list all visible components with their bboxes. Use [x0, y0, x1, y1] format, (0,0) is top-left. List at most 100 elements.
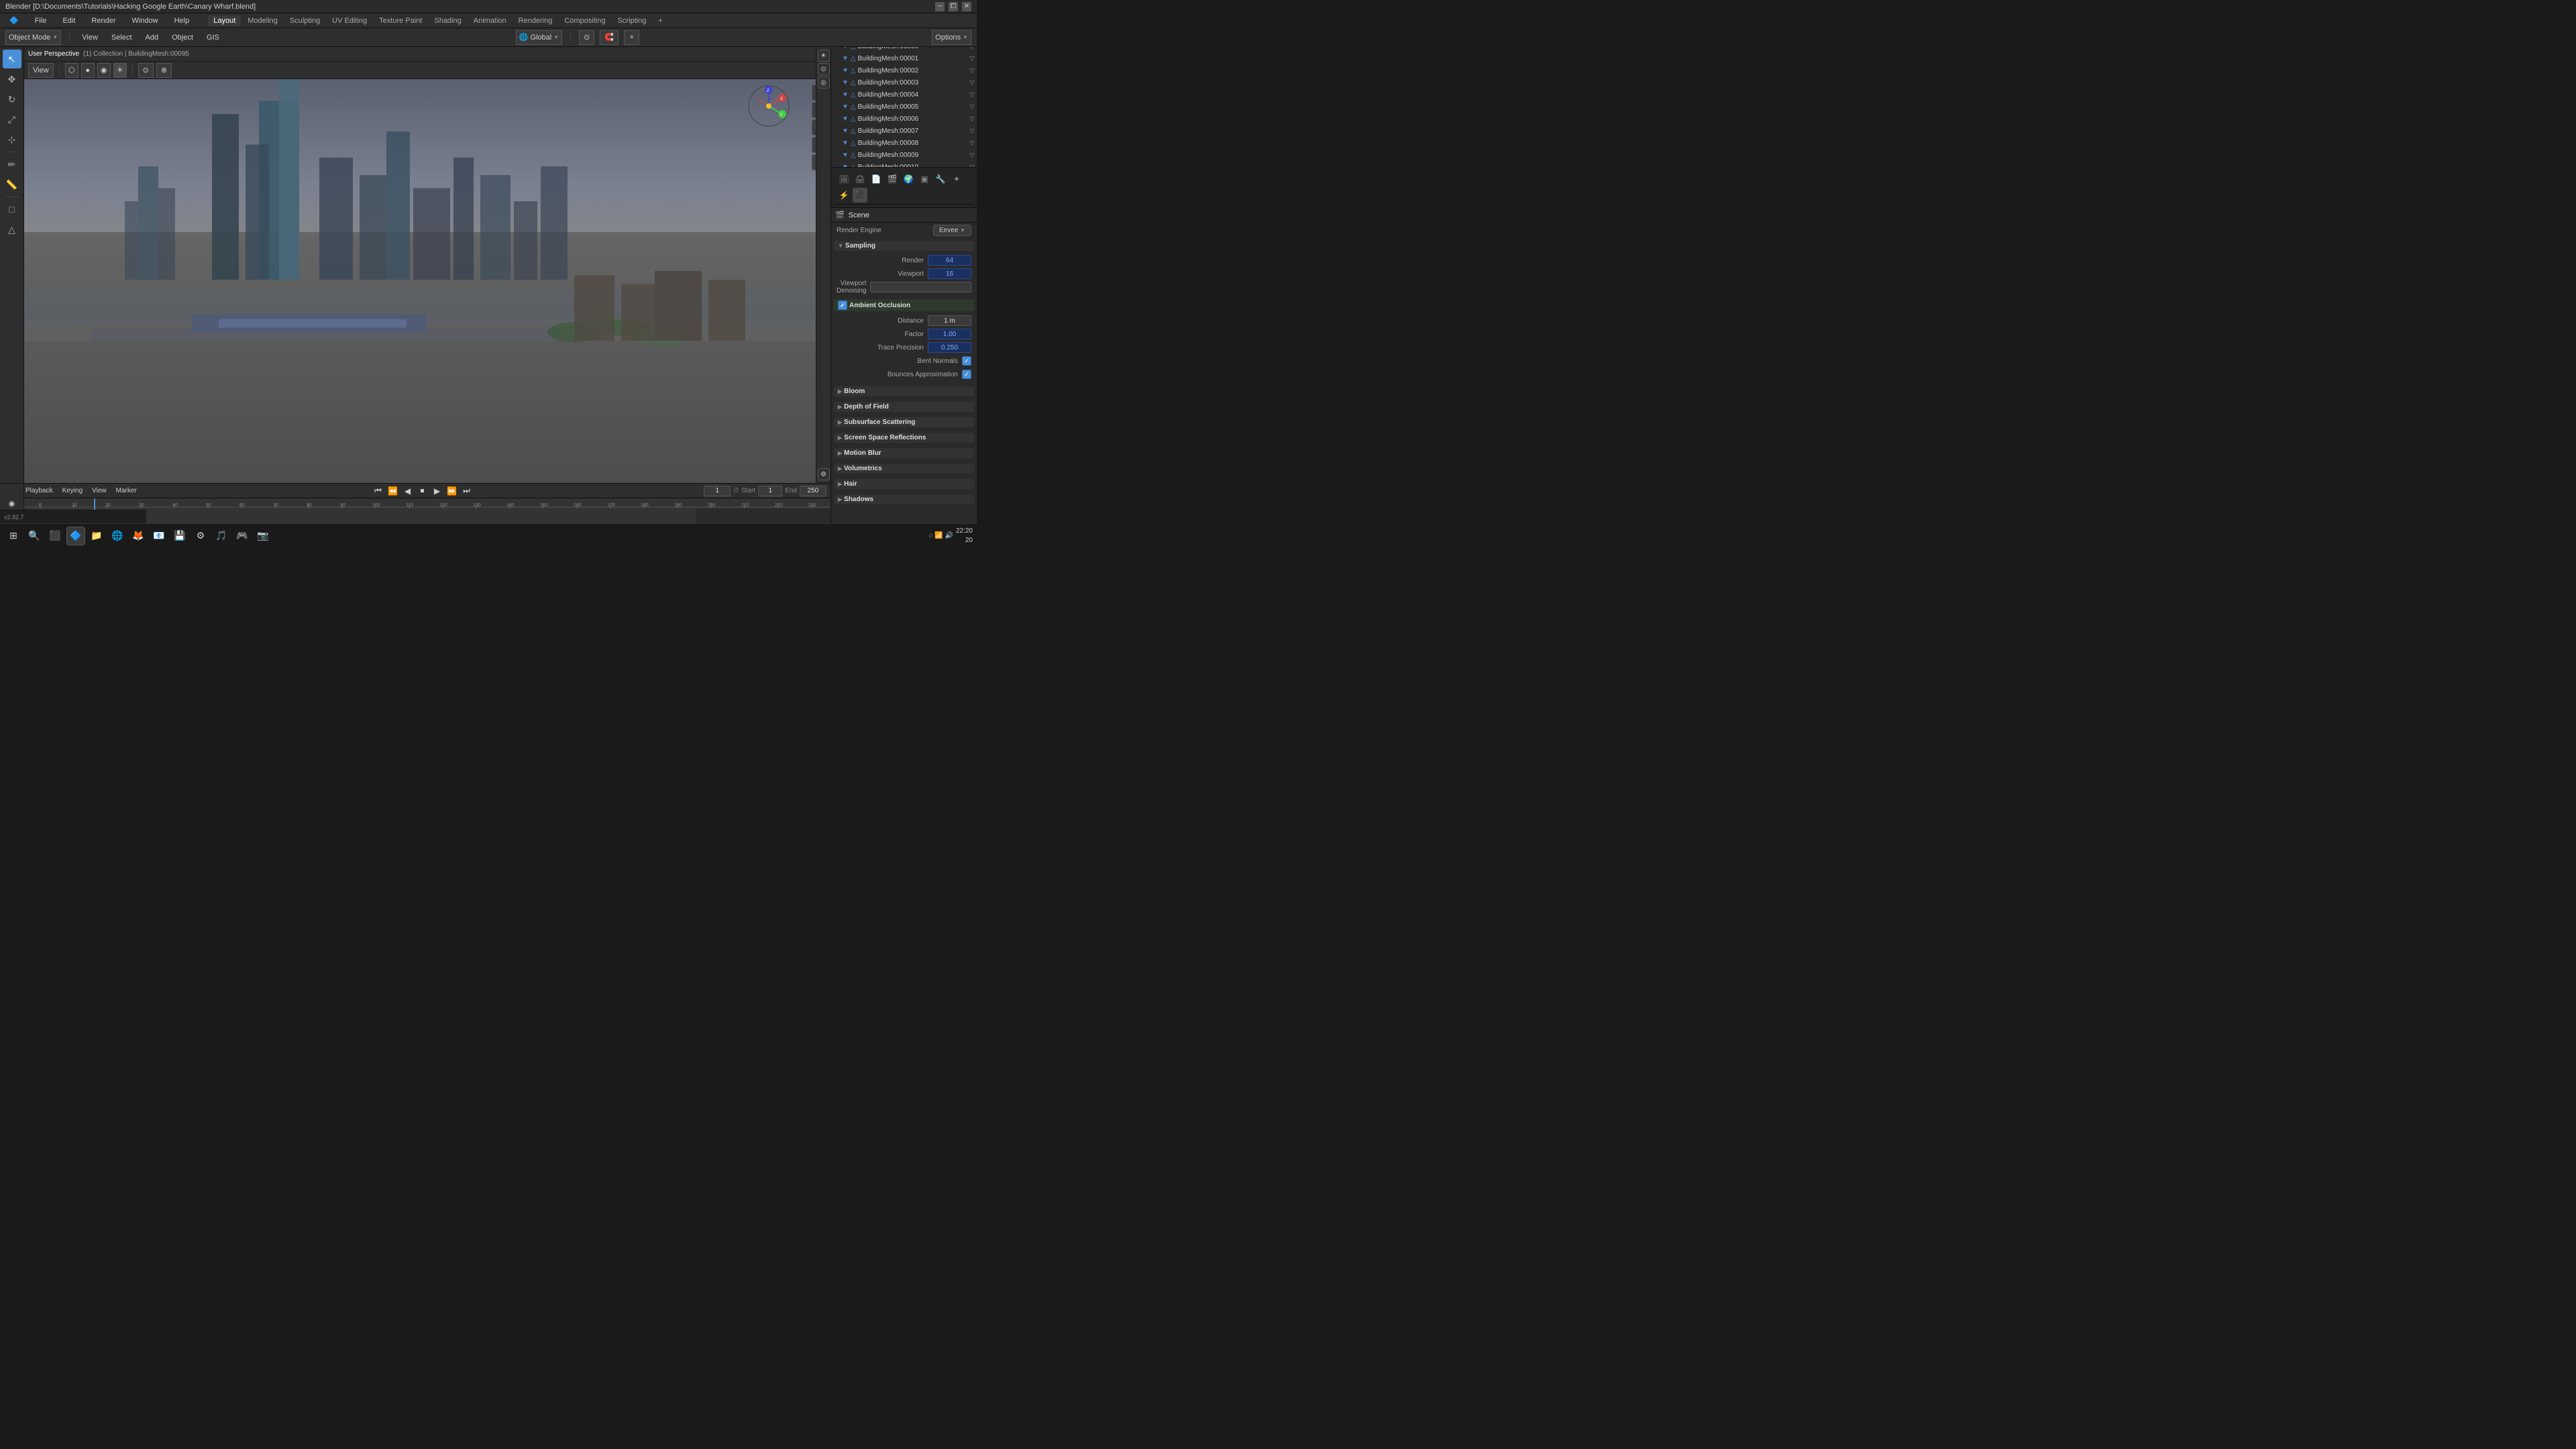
ao-checkbox[interactable]: ✓	[838, 301, 847, 310]
select-menu[interactable]: Select	[107, 32, 136, 43]
menu-edit[interactable]: Edit	[58, 15, 79, 26]
browser2-taskbar[interactable]: 🦊	[129, 527, 148, 545]
add-cone-tool[interactable]: △	[3, 220, 21, 239]
render-engine-dropdown[interactable]: Eevee ▼	[933, 225, 971, 236]
play-fwd-btn[interactable]: ▶	[431, 485, 443, 497]
end-frame[interactable]: 250	[800, 486, 826, 496]
pivot-btn[interactable]: ⊙	[579, 30, 594, 45]
particle-props-tab[interactable]: ✦	[949, 172, 964, 186]
outliner-item-7[interactable]: ▼ △ BuildingMesh:00007 ▽	[831, 125, 977, 137]
outliner-item-3[interactable]: ▼ △ BuildingMesh:00003 ▽	[831, 76, 977, 89]
app5-taskbar[interactable]: ⚙	[191, 527, 210, 545]
ao-header[interactable]: ✓ Ambient Occlusion	[834, 299, 974, 311]
output-props-tab[interactable]: 🖨	[853, 172, 867, 186]
view-menu[interactable]: View	[78, 32, 102, 43]
search-taskbar[interactable]: 🔍	[25, 527, 44, 545]
view-menu-vp[interactable]: View	[28, 63, 54, 78]
app6-taskbar[interactable]: 🎵	[212, 527, 231, 545]
workspace-compositing[interactable]: Compositing	[559, 15, 610, 26]
workspace-uv-editing[interactable]: UV Editing	[327, 15, 372, 26]
workspace-add[interactable]: +	[653, 15, 667, 26]
frame-jump-btn[interactable]: ⏱	[733, 487, 739, 494]
render-samples-val[interactable]: 64	[928, 255, 971, 266]
dof-header[interactable]: ▶ Depth of Field	[834, 402, 974, 412]
start-button[interactable]: ⊞	[4, 527, 23, 545]
prev-keyframe-btn[interactable]: ⏪	[387, 485, 399, 497]
chrome-taskbar[interactable]: 🌐	[108, 527, 127, 545]
navigation-gizmo[interactable]: X Y Z	[747, 85, 790, 127]
outliner-item-1[interactable]: ▼ △ BuildingMesh:00001 ▽	[831, 52, 977, 64]
ssr-header[interactable]: ▶ Screen Space Reflections	[834, 433, 974, 443]
xray-toggle[interactable]: ◎	[818, 76, 830, 89]
physics-props-tab[interactable]: ⚡	[837, 188, 851, 203]
bloom-header[interactable]: ▶ Bloom	[834, 386, 974, 396]
gizmo-btn[interactable]: ⊕	[156, 63, 172, 78]
restore-button[interactable]: ⧠	[949, 2, 958, 11]
app8-taskbar[interactable]: 📷	[254, 527, 272, 545]
rendered-shade-btn[interactable]: ☀	[113, 63, 127, 78]
scene-active-tab[interactable]: ⬛	[853, 188, 867, 203]
solid-shade-btn[interactable]: ●	[81, 63, 95, 78]
app4-taskbar[interactable]: 💾	[170, 527, 189, 545]
stop-btn[interactable]: ⏹	[417, 485, 429, 497]
outliner-item-5[interactable]: ▼ △ BuildingMesh:00005 ▽	[831, 101, 977, 113]
cursor-tool[interactable]: ↖	[3, 50, 21, 68]
ao-factor-val[interactable]: 1.00	[928, 329, 971, 339]
next-keyframe-btn[interactable]: ⏩	[446, 485, 458, 497]
scene-props-tab[interactable]: 🎬	[885, 172, 900, 186]
keying-menu[interactable]: Keying	[58, 486, 87, 496]
timeline-expand-btn[interactable]: ◉	[6, 498, 18, 510]
proportional-btn[interactable]: ⚬	[624, 30, 639, 45]
rotate-tool[interactable]: ↻	[3, 90, 21, 109]
workspace-shading[interactable]: Shading	[429, 15, 466, 26]
taskview-btn[interactable]: ⬛	[46, 527, 64, 545]
hair-header[interactable]: ▶ Hair	[834, 479, 974, 489]
transform-dropdown[interactable]: 🌐 Global ▼	[516, 30, 562, 45]
outliner-item-10[interactable]: ▼ △ BuildingMesh:00010 ▽	[831, 161, 977, 167]
jump-start-btn[interactable]: ⏮	[372, 485, 384, 497]
sampling-header[interactable]: ▼ Sampling	[834, 241, 974, 251]
file-explorer-taskbar[interactable]: 📁	[87, 527, 106, 545]
workspace-modeling[interactable]: Modeling	[242, 15, 283, 26]
view-layer-props-tab[interactable]: 📄	[869, 172, 883, 186]
menu-file[interactable]: File	[31, 15, 51, 26]
mb-header[interactable]: ▶ Motion Blur	[834, 448, 974, 458]
menu-window[interactable]: Window	[127, 15, 162, 26]
outliner-item-2[interactable]: ▼ △ BuildingMesh:00002 ▽	[831, 64, 977, 76]
add-menu[interactable]: Add	[142, 32, 163, 43]
ao-trace-val[interactable]: 0.250	[928, 342, 971, 353]
app7-taskbar[interactable]: 🎮	[233, 527, 252, 545]
outliner-item-6[interactable]: ▼ △ BuildingMesh:00006 ▽	[831, 113, 977, 125]
mode-dropdown[interactable]: Object Mode ▼	[5, 30, 61, 45]
current-frame[interactable]: 1	[704, 486, 731, 496]
jump-end-btn[interactable]: ⏭	[461, 485, 473, 497]
blender-taskbar-btn[interactable]: 🔷	[66, 527, 85, 545]
viewport[interactable]: User Perspective (1) Collection | Buildi…	[24, 47, 830, 483]
shadows-header[interactable]: ▶ Shadows	[834, 494, 974, 504]
ao-distance-val[interactable]: 1 m	[928, 315, 971, 326]
workspace-scripting[interactable]: Scripting	[612, 15, 652, 26]
gis-menu[interactable]: GIS	[203, 32, 223, 43]
minimize-button[interactable]: ─	[935, 2, 945, 11]
scale-tool[interactable]: ⤢	[3, 110, 21, 129]
render-props-tab[interactable]: 🖼	[837, 172, 851, 186]
overlay-toggle[interactable]: ⊙	[818, 63, 830, 75]
world-props-tab[interactable]: 🌍	[901, 172, 916, 186]
material-shade-btn[interactable]: ◉	[97, 63, 111, 78]
modifier-props-tab[interactable]: 🔧	[933, 172, 948, 186]
ao-bounces-checkbox[interactable]: ✓	[962, 370, 971, 379]
playback-menu[interactable]: Playback	[21, 486, 57, 496]
wire-shade-btn[interactable]: ⬡	[65, 63, 78, 78]
view-menu-tl[interactable]: View	[88, 486, 111, 496]
add-cube-tool[interactable]: □	[3, 200, 21, 219]
outliner-item-8[interactable]: ▼ △ BuildingMesh:00008 ▽	[831, 137, 977, 149]
start-frame[interactable]: 1	[758, 486, 782, 496]
play-back-btn[interactable]: ◀	[402, 485, 414, 497]
viewport-shade-toggle[interactable]: ☀	[818, 50, 830, 62]
marker-menu[interactable]: Marker	[112, 486, 141, 496]
menu-help[interactable]: Help	[170, 15, 194, 26]
workspace-sculpting[interactable]: Sculpting	[284, 15, 325, 26]
outliner-item-9[interactable]: ▼ △ BuildingMesh:00009 ▽	[831, 149, 977, 161]
outliner-item-4[interactable]: ▼ △ BuildingMesh:00004 ▽	[831, 89, 977, 101]
workspace-rendering[interactable]: Rendering	[513, 15, 558, 26]
